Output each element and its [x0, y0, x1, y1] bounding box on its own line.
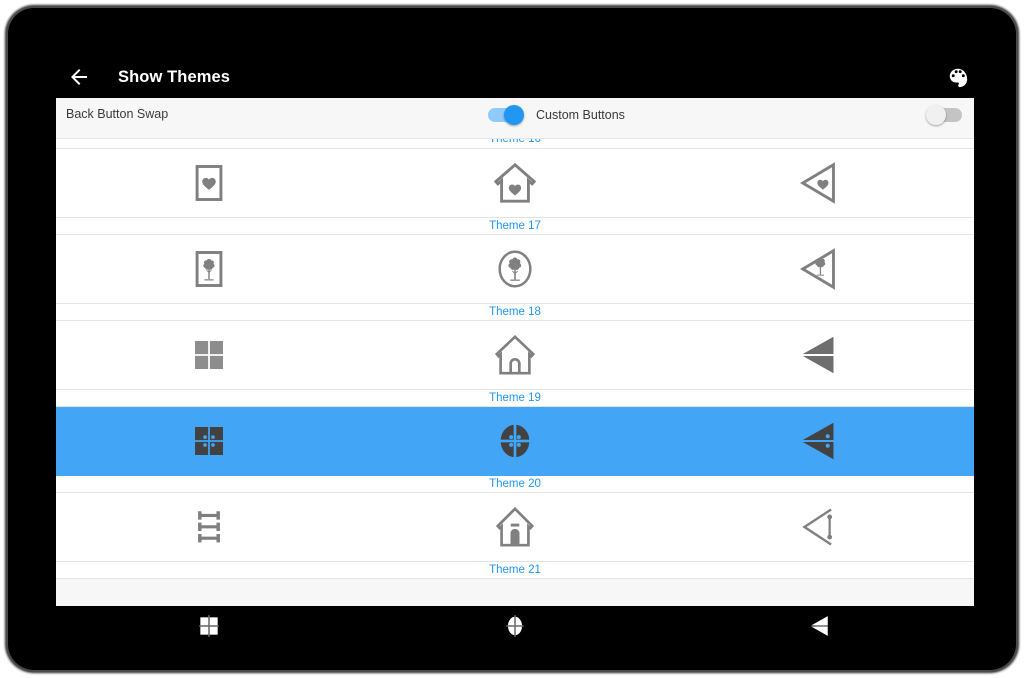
theme-label-partial: Theme 16 — [56, 139, 974, 149]
circle-quad-dots-icon[interactable] — [362, 418, 668, 464]
table-row[interactable] — [56, 149, 974, 218]
back-button-swap-label: Back Button Swap — [66, 107, 169, 121]
table-row[interactable] — [56, 321, 974, 390]
three-bars-icon[interactable] — [56, 505, 362, 549]
theme-label: Theme 20 — [56, 476, 974, 493]
settings-switch-bar: Back Button Swap Custom Buttons — [56, 98, 974, 139]
nav-back[interactable] — [668, 613, 974, 639]
theme-label: Theme 21 — [56, 562, 974, 579]
list-tail-strip — [56, 579, 974, 606]
back-triangle-tree-icon[interactable] — [668, 246, 974, 292]
back-button-swap-switch[interactable] — [926, 105, 962, 125]
grid-four-icon[interactable] — [56, 334, 362, 376]
page-title: Show Themes — [118, 67, 231, 86]
circle-tree-icon[interactable] — [362, 246, 668, 292]
home-outline-icon[interactable] — [362, 332, 668, 378]
grid-four-dots-icon[interactable] — [56, 420, 362, 462]
nav-recents[interactable] — [56, 613, 362, 639]
table-row[interactable] — [56, 493, 974, 562]
nav-home[interactable] — [362, 613, 668, 639]
tablet-device-frame: Show Themes Back Button Swap Custom Butt… — [8, 8, 1016, 670]
table-row[interactable] — [56, 407, 974, 476]
custom-buttons-switch-knob — [504, 105, 524, 125]
system-navigation-bar — [56, 606, 974, 646]
arrow-left-icon[interactable] — [62, 60, 96, 94]
back-button-swap-group — [926, 105, 962, 125]
theme-label: Theme 19 — [56, 390, 974, 407]
themes-list[interactable]: Theme 16 Theme 17 Theme 18 Theme 19 Them… — [56, 139, 974, 606]
table-row[interactable] — [56, 235, 974, 304]
theme-label: Theme 17 — [56, 218, 974, 235]
custom-buttons-switch[interactable] — [488, 105, 524, 125]
custom-buttons-group: Custom Buttons — [488, 105, 625, 125]
back-chevron-line-icon[interactable] — [668, 504, 974, 550]
back-triangle-split-icon[interactable] — [668, 332, 974, 378]
home-door-icon[interactable] — [362, 504, 668, 550]
square-heart-icon[interactable] — [56, 161, 362, 205]
back-triangle-heart-icon[interactable] — [668, 160, 974, 206]
square-tree-icon[interactable] — [56, 247, 362, 291]
themes-panel: Back Button Swap Custom Buttons Theme 16 — [56, 98, 974, 606]
back-button-swap-switch-knob — [926, 105, 946, 125]
custom-buttons-label: Custom Buttons — [536, 108, 625, 122]
theme-label: Theme 18 — [56, 304, 974, 321]
home-heart-icon[interactable] — [362, 160, 668, 206]
palette-icon[interactable] — [940, 59, 976, 95]
back-triangle-dots-icon[interactable] — [668, 418, 974, 464]
